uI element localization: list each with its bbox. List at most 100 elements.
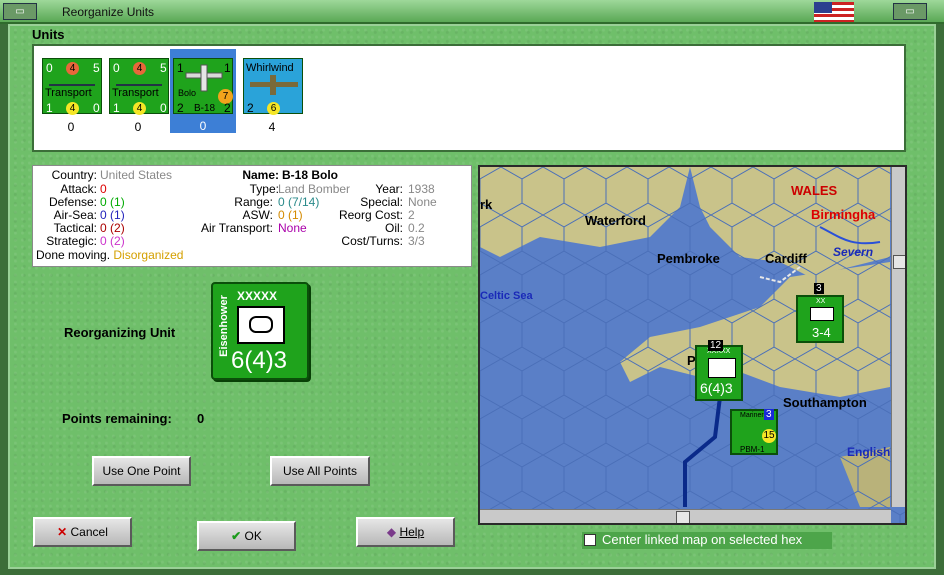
unit-count: 0: [134, 120, 142, 134]
map-label-severn: Severn: [833, 245, 874, 259]
armor-symbol-icon: [237, 306, 285, 344]
unit-name: Transport: [45, 87, 92, 99]
asw-value: 0 (1): [278, 208, 303, 222]
horizontal-scrollbar[interactable]: [480, 509, 891, 523]
special-label: Special:: [360, 195, 403, 209]
stack-count-badge: 3: [814, 283, 824, 294]
year-label: Year:: [375, 182, 403, 196]
map-label-york: rk: [480, 197, 493, 212]
system-menu-button[interactable]: ▭: [3, 3, 37, 20]
help-label: Help: [399, 525, 425, 539]
cost-turns-value: 3/3: [408, 234, 425, 248]
ship-icon: [49, 77, 95, 86]
center-map-checkbox-row[interactable]: Center linked map on selected hex: [582, 532, 832, 549]
unit-name: Bolo: [178, 88, 197, 98]
unit-bot-mid: 4: [66, 102, 79, 115]
cancel-x-icon: ✕: [57, 525, 68, 539]
defense-value: 0 (1): [100, 195, 125, 209]
unit-transport-2[interactable]: 0 4 5 Transport 1 4 0 0: [105, 50, 169, 134]
cancel-label: Cancel: [70, 525, 108, 539]
help-book-icon: ◆: [386, 525, 397, 539]
status-text: Done moving. Disorganized: [36, 248, 184, 262]
name-label: Name:: [242, 168, 279, 182]
unit-top-right: 1: [224, 61, 231, 75]
unit-bot-left: 1: [46, 101, 53, 115]
country-value: United States: [100, 168, 173, 182]
map-counter-corps[interactable]: XX 3-4: [796, 295, 844, 343]
units-panel: 0 4 5 Transport 1 4 0 0 0 4 5 Transport …: [32, 44, 906, 152]
stack-count-badge: 3: [764, 409, 774, 420]
cost-turns-label: Cost/Turns:: [341, 234, 403, 248]
unit-size-marker: XXXXX: [237, 289, 278, 303]
country-label: Country:: [51, 168, 97, 182]
tactical-value: 0 (2): [100, 221, 125, 235]
center-map-checkbox[interactable]: [584, 534, 596, 546]
unit-top-mid: 4: [133, 62, 146, 75]
map-counter-eisenhower[interactable]: XXXXX 6(4)3: [695, 345, 743, 401]
tactical-label: Tactical:: [53, 221, 97, 235]
map-view[interactable]: WALES Birmingha rk Waterford Pembroke Ca…: [478, 165, 907, 525]
fighter-plane-icon: [250, 75, 298, 95]
unit-whirlwind[interactable]: Whirlwind 2 6 4: [239, 50, 303, 134]
oil-label: Oil:: [385, 221, 403, 235]
reorganizing-unit-label: Reorganizing Unit: [64, 325, 176, 340]
center-map-checkbox-label: Center linked map on selected hex: [602, 532, 803, 547]
map-label-waterford: Waterford: [585, 213, 646, 228]
air-transport-value: None: [278, 221, 307, 235]
unit-count: 4: [268, 120, 276, 134]
range-value: 0 (7/14): [278, 195, 320, 209]
special-value: None: [408, 195, 437, 209]
use-all-points-button[interactable]: Use All Points: [270, 456, 370, 486]
unit-sub: B-18: [194, 103, 216, 114]
us-flag-icon: [814, 2, 854, 22]
air-transport-label: Air Transport:: [200, 221, 273, 235]
oil-value: 0.2: [408, 221, 425, 235]
unit-strength: 6(4)3: [231, 347, 288, 374]
unit-bot-left: 2: [247, 101, 254, 115]
help-button[interactable]: ◆ Help: [356, 517, 455, 547]
defense-label: Defense:: [48, 195, 97, 209]
vertical-scroll-thumb[interactable]: [893, 255, 905, 269]
map-label-pembroke: Pembroke: [657, 251, 720, 266]
unit-top-left: 0: [113, 61, 120, 75]
name-value: B-18 Bolo: [282, 168, 339, 182]
unit-top-mid: 4: [66, 62, 79, 75]
range-label: Range:: [234, 195, 273, 209]
unit-bot-left: 2: [177, 101, 184, 115]
reorg-cost-value: 2: [408, 208, 415, 222]
stack-count-badge: 12: [708, 340, 724, 351]
unit-info-panel: Country: United States Attack: 0 Defense…: [32, 165, 472, 267]
leader-name: Eisenhower: [218, 295, 230, 357]
unit-top-right: 5: [160, 61, 167, 75]
ship-icon: [116, 77, 162, 86]
infantry-symbol-icon: [810, 307, 834, 321]
unit-count: 0: [199, 119, 207, 133]
attack-label: Attack:: [60, 182, 97, 196]
unit-b18-bolo[interactable]: 1 1 Bolo 7 2 B-18 2 0: [170, 49, 236, 133]
use-one-point-button[interactable]: Use One Point: [92, 456, 191, 486]
airsea-label: Air-Sea:: [53, 208, 97, 222]
unit-bot-right: 2: [224, 101, 231, 115]
checkmark-icon: ✔: [231, 529, 242, 543]
unit-bot-right: 0: [93, 101, 100, 115]
horizontal-scroll-thumb[interactable]: [676, 511, 690, 523]
unit-name: Transport: [112, 87, 159, 99]
cancel-button[interactable]: ✕ Cancel: [33, 517, 132, 547]
map-label-birmingham: Birmingha: [811, 207, 876, 222]
map-label-cardiff: Cardiff: [765, 251, 807, 266]
ok-button[interactable]: ✔ OK: [197, 521, 296, 551]
vertical-scrollbar[interactable]: [891, 167, 905, 507]
map-label-celtic-sea: Celtic Sea: [480, 290, 533, 302]
unit-top-left: 1: [177, 61, 184, 75]
unit-transport-1[interactable]: 0 4 5 Transport 1 4 0 0: [38, 50, 102, 134]
map-label-wales: WALES: [791, 183, 838, 198]
minimize-button[interactable]: ▭: [893, 3, 927, 20]
points-remaining-value: 0: [197, 411, 205, 426]
airsea-value: 0 (1): [100, 208, 125, 222]
map-label-english: English: [847, 445, 891, 459]
unit-count: 0: [67, 120, 75, 134]
unit-bot-mid: 4: [133, 102, 146, 115]
reorganizing-unit-counter: XXXXX Eisenhower 6(4)3: [211, 282, 309, 380]
window-title: Reorganize Units: [62, 5, 155, 19]
unit-bot-right: 0: [160, 101, 167, 115]
